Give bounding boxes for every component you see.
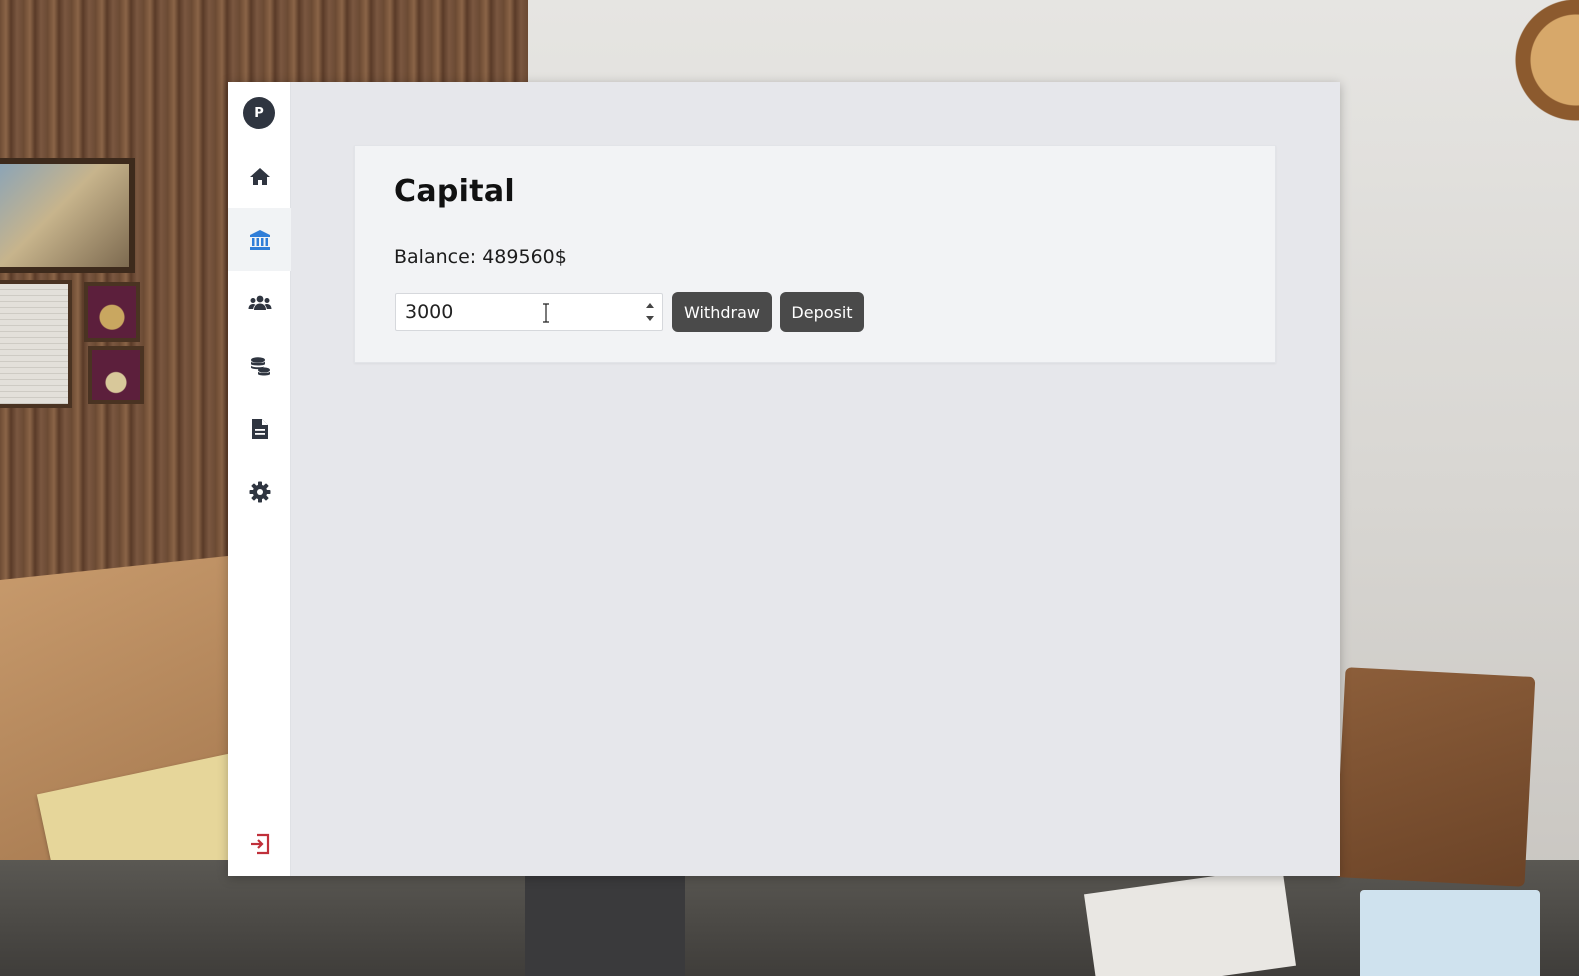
gear-icon [249, 481, 270, 502]
main-panel: Capital Balance: 489560$ Withdraw Deposi… [291, 82, 1340, 876]
amount-stepper[interactable] [644, 300, 656, 324]
avatar-initial: P [254, 105, 264, 121]
logout-icon [250, 833, 269, 854]
framed-medal [88, 346, 144, 404]
sidebar-item-finance[interactable] [228, 334, 291, 397]
sidebar-item-home[interactable] [228, 145, 291, 208]
users-icon [248, 295, 271, 310]
page-title: Capital [394, 174, 515, 209]
capital-card: Capital Balance: 489560$ Withdraw Deposi… [354, 145, 1276, 363]
withdraw-button[interactable]: Withdraw [672, 292, 772, 332]
player-character [525, 870, 685, 976]
stepper-up-icon[interactable] [646, 303, 654, 308]
game-scene: P Capital Balance: 489560$ 3000 Withdraw… [0, 0, 1579, 976]
document-icon [251, 418, 268, 439]
sidebar-item-employees[interactable] [228, 271, 291, 334]
amount-field[interactable] [395, 293, 663, 331]
bank-icon [249, 229, 270, 250]
framed-medal [84, 282, 140, 342]
avatar[interactable]: P [243, 97, 275, 129]
framed-picture [0, 158, 135, 273]
balance-display: Balance: 489560$ [394, 246, 567, 268]
sidebar-item-settings[interactable] [228, 460, 291, 523]
briefcase [1334, 667, 1536, 887]
sidebar-item-bank[interactable] [228, 208, 291, 271]
amount-input[interactable] [396, 294, 634, 330]
balance-label: Balance: [394, 246, 483, 268]
text-cursor-icon [543, 303, 549, 323]
sidebar: P [228, 82, 291, 876]
wall-plaque [1492, 0, 1579, 180]
deposit-button[interactable]: Deposit [780, 292, 864, 332]
office-floor [0, 860, 1579, 976]
boss-menu-tablet: P Capital Balance: 489560$ 3000 Withdraw… [228, 82, 1340, 876]
home-icon [249, 167, 270, 185]
tissue-box [1360, 890, 1540, 976]
sidebar-item-documents[interactable] [228, 397, 291, 460]
stepper-down-icon[interactable] [646, 316, 654, 321]
coins-icon [250, 356, 270, 375]
balance-value: 489560$ [482, 246, 567, 268]
framed-newspaper [0, 280, 72, 408]
logout-button[interactable] [228, 812, 291, 875]
